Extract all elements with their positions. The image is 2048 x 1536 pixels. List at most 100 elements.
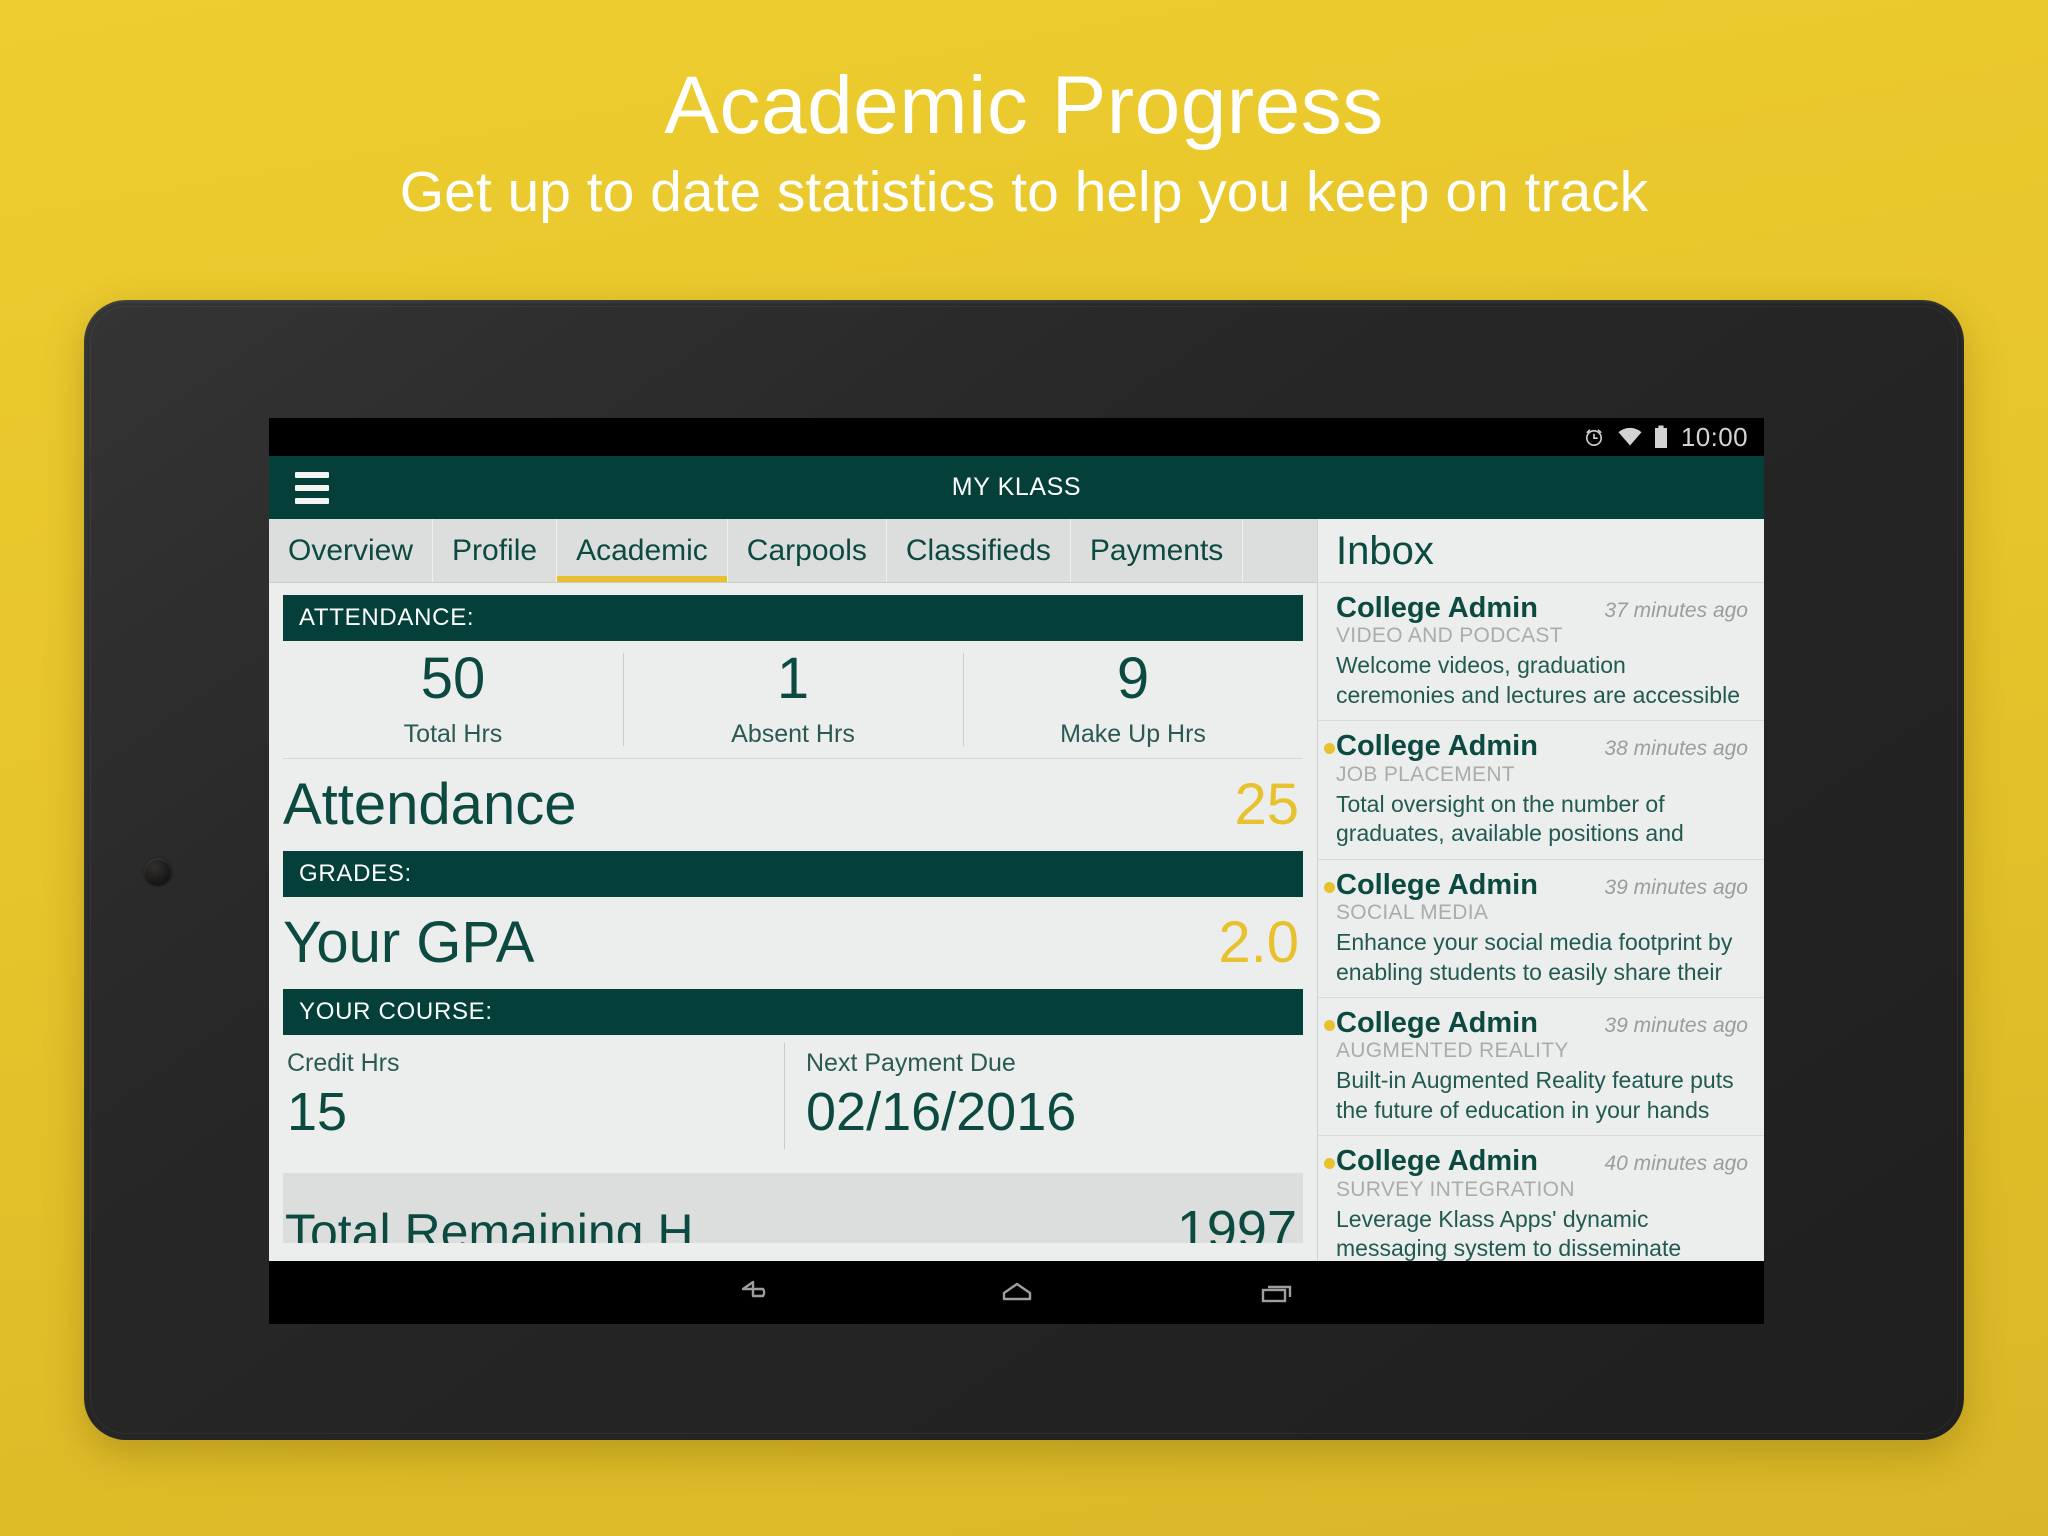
message-header: College Admin 39 minutes ago — [1336, 868, 1748, 901]
section-header-label: ATTENDANCE: — [299, 604, 475, 631]
grades-section-header: GRADES: — [283, 851, 1303, 897]
android-navigation-bar — [269, 1261, 1764, 1324]
tab-label: Overview — [288, 533, 414, 567]
stat-value: 9 — [1116, 646, 1150, 711]
tab-overview[interactable]: Overview — [269, 519, 434, 582]
tab-carpools[interactable]: Carpools — [728, 519, 887, 582]
wifi-icon — [1617, 426, 1643, 448]
tab-bar-empty-space — [1243, 519, 1317, 582]
message-category: VIDEO AND PODCAST — [1336, 624, 1563, 648]
field-label: Next Payment Due — [806, 1049, 1016, 1077]
stat-label: Total Hrs — [403, 720, 503, 748]
field-value: 02/16/2016 — [806, 1082, 1077, 1142]
attendance-section-header: ATTENDANCE: — [283, 595, 1303, 641]
alarm-icon — [1582, 425, 1606, 449]
message-category: JOB PLACEMENT — [1336, 762, 1515, 786]
stat-value: 1 — [776, 646, 810, 711]
back-icon[interactable] — [722, 1271, 792, 1315]
tablet-screen: 10:00 MY KLASS Overview Profile Academic… — [269, 418, 1764, 1324]
message-preview: Total oversight on the number of graduat… — [1336, 790, 1684, 847]
message-category: AUGMENTED REALITY — [1336, 1039, 1569, 1063]
message-preview: Enhance your social media footprint by e… — [1336, 929, 1733, 985]
message-sender: College Admin — [1336, 730, 1538, 763]
next-payment-due-cell: Next Payment Due 02/16/2016 — [784, 1035, 1303, 1163]
message-timestamp: 40 minutes ago — [1604, 1152, 1748, 1176]
message-preview: Leverage Klass Apps' dynamic messaging s… — [1336, 1205, 1682, 1261]
tab-profile[interactable]: Profile — [433, 519, 558, 582]
stat-absent-hrs: 1 Absent Hrs — [623, 641, 963, 758]
tab-bar: Overview Profile Academic Carpools Class… — [269, 519, 1317, 583]
list-item[interactable]: College Admin 39 minutes ago AUGMENTED R… — [1318, 998, 1764, 1137]
message-preview: Built-in Augmented Reality feature puts … — [1336, 1067, 1734, 1123]
message-timestamp: 39 minutes ago — [1604, 1013, 1748, 1037]
list-item[interactable]: College Admin 39 minutes ago SOCIAL MEDI… — [1318, 860, 1764, 998]
message-header: College Admin 39 minutes ago — [1336, 1006, 1748, 1039]
hamburger-line — [295, 471, 329, 478]
metric-label: Attendance — [283, 772, 577, 837]
message-preview: Welcome videos, graduation ceremonies an… — [1336, 652, 1740, 708]
gpa-metric-row: Your GPA 2.0 — [283, 897, 1303, 989]
credit-hrs-cell: Credit Hrs 15 — [283, 1035, 784, 1163]
hamburger-line — [295, 484, 329, 491]
list-item[interactable]: College Admin 37 minutes ago VIDEO AND P… — [1318, 583, 1764, 722]
front-camera-icon — [144, 858, 172, 886]
stat-value: 50 — [420, 646, 486, 711]
message-category: SOCIAL MEDIA — [1336, 901, 1489, 925]
battery-icon — [1654, 425, 1668, 449]
unread-dot-icon — [1324, 881, 1335, 893]
tab-label: Carpools — [746, 533, 867, 567]
attendance-metric-row: Attendance 25 — [283, 759, 1303, 851]
stat-label: Make Up Hrs — [1060, 720, 1206, 748]
status-bar: 10:00 — [269, 418, 1764, 456]
tab-label: Academic — [576, 533, 708, 567]
inbox-header: Inbox — [1318, 519, 1764, 583]
unread-dot-icon — [1324, 1158, 1335, 1170]
course-details-row: Credit Hrs 15 Next Payment Due 02/16/201… — [283, 1035, 1303, 1163]
tab-label: Payments — [1089, 533, 1224, 567]
field-label: Total Remaining H — [285, 1204, 694, 1243]
hamburger-menu-icon[interactable] — [295, 471, 329, 504]
promo-title: Academic Progress — [664, 60, 1384, 151]
tab-label: Classifieds — [905, 533, 1051, 567]
message-timestamp: 37 minutes ago — [1604, 599, 1748, 622]
stat-makeup-hrs: 9 Make Up Hrs — [963, 641, 1303, 758]
list-item[interactable]: College Admin 38 minutes ago JOB PLACEME… — [1318, 721, 1764, 860]
message-sender: College Admin — [1336, 1006, 1538, 1039]
list-item[interactable]: College Admin 40 minutes ago SURVEY INTE… — [1318, 1136, 1764, 1261]
total-remaining-row-partial: Total Remaining H 1997 — [283, 1173, 1303, 1243]
message-sender: College Admin — [1336, 868, 1538, 901]
stat-total-hrs: 50 Total Hrs — [283, 641, 623, 758]
app-title: MY KLASS — [951, 473, 1082, 501]
message-timestamp: 38 minutes ago — [1604, 737, 1748, 761]
section-header-label: YOUR COURSE: — [299, 998, 493, 1025]
course-section-header: YOUR COURSE: — [283, 989, 1303, 1035]
unread-dot-icon — [1324, 1019, 1335, 1031]
academic-pane: Overview Profile Academic Carpools Class… — [269, 519, 1317, 1261]
recents-icon[interactable] — [1242, 1271, 1312, 1315]
hamburger-line — [295, 497, 329, 504]
promo-subtitle: Get up to date statistics to help you ke… — [399, 159, 1649, 224]
promo-header: Academic Progress Get up to date statist… — [0, 0, 2048, 223]
metric-value: 2.0 — [1218, 910, 1299, 975]
message-header: College Admin 37 minutes ago — [1336, 593, 1748, 624]
message-header: College Admin 40 minutes ago — [1336, 1146, 1748, 1177]
home-icon[interactable] — [982, 1271, 1052, 1315]
stat-label: Absent Hrs — [731, 720, 855, 748]
section-header-label: GRADES: — [299, 860, 412, 887]
app-bar: MY KLASS — [269, 456, 1764, 519]
tab-label: Profile — [452, 533, 538, 567]
metric-label: Your GPA — [283, 910, 535, 975]
message-header: College Admin 38 minutes ago — [1336, 730, 1748, 763]
field-value: 1997 — [1176, 1200, 1297, 1243]
message-category: SURVEY INTEGRATION — [1336, 1177, 1575, 1201]
tab-classifieds[interactable]: Classifieds — [887, 519, 1071, 582]
unread-dot-icon — [1324, 743, 1335, 755]
tab-academic[interactable]: Academic — [557, 519, 728, 582]
app-content: Overview Profile Academic Carpools Class… — [269, 519, 1764, 1261]
metric-value: 25 — [1234, 772, 1299, 837]
tablet-device: 10:00 MY KLASS Overview Profile Academic… — [84, 300, 1964, 1440]
tab-payments[interactable]: Payments — [1071, 519, 1244, 582]
status-bar-clock: 10:00 — [1680, 422, 1748, 452]
attendance-stats-row: 50 Total Hrs 1 Absent Hrs 9 Make Up Hrs — [283, 641, 1303, 759]
